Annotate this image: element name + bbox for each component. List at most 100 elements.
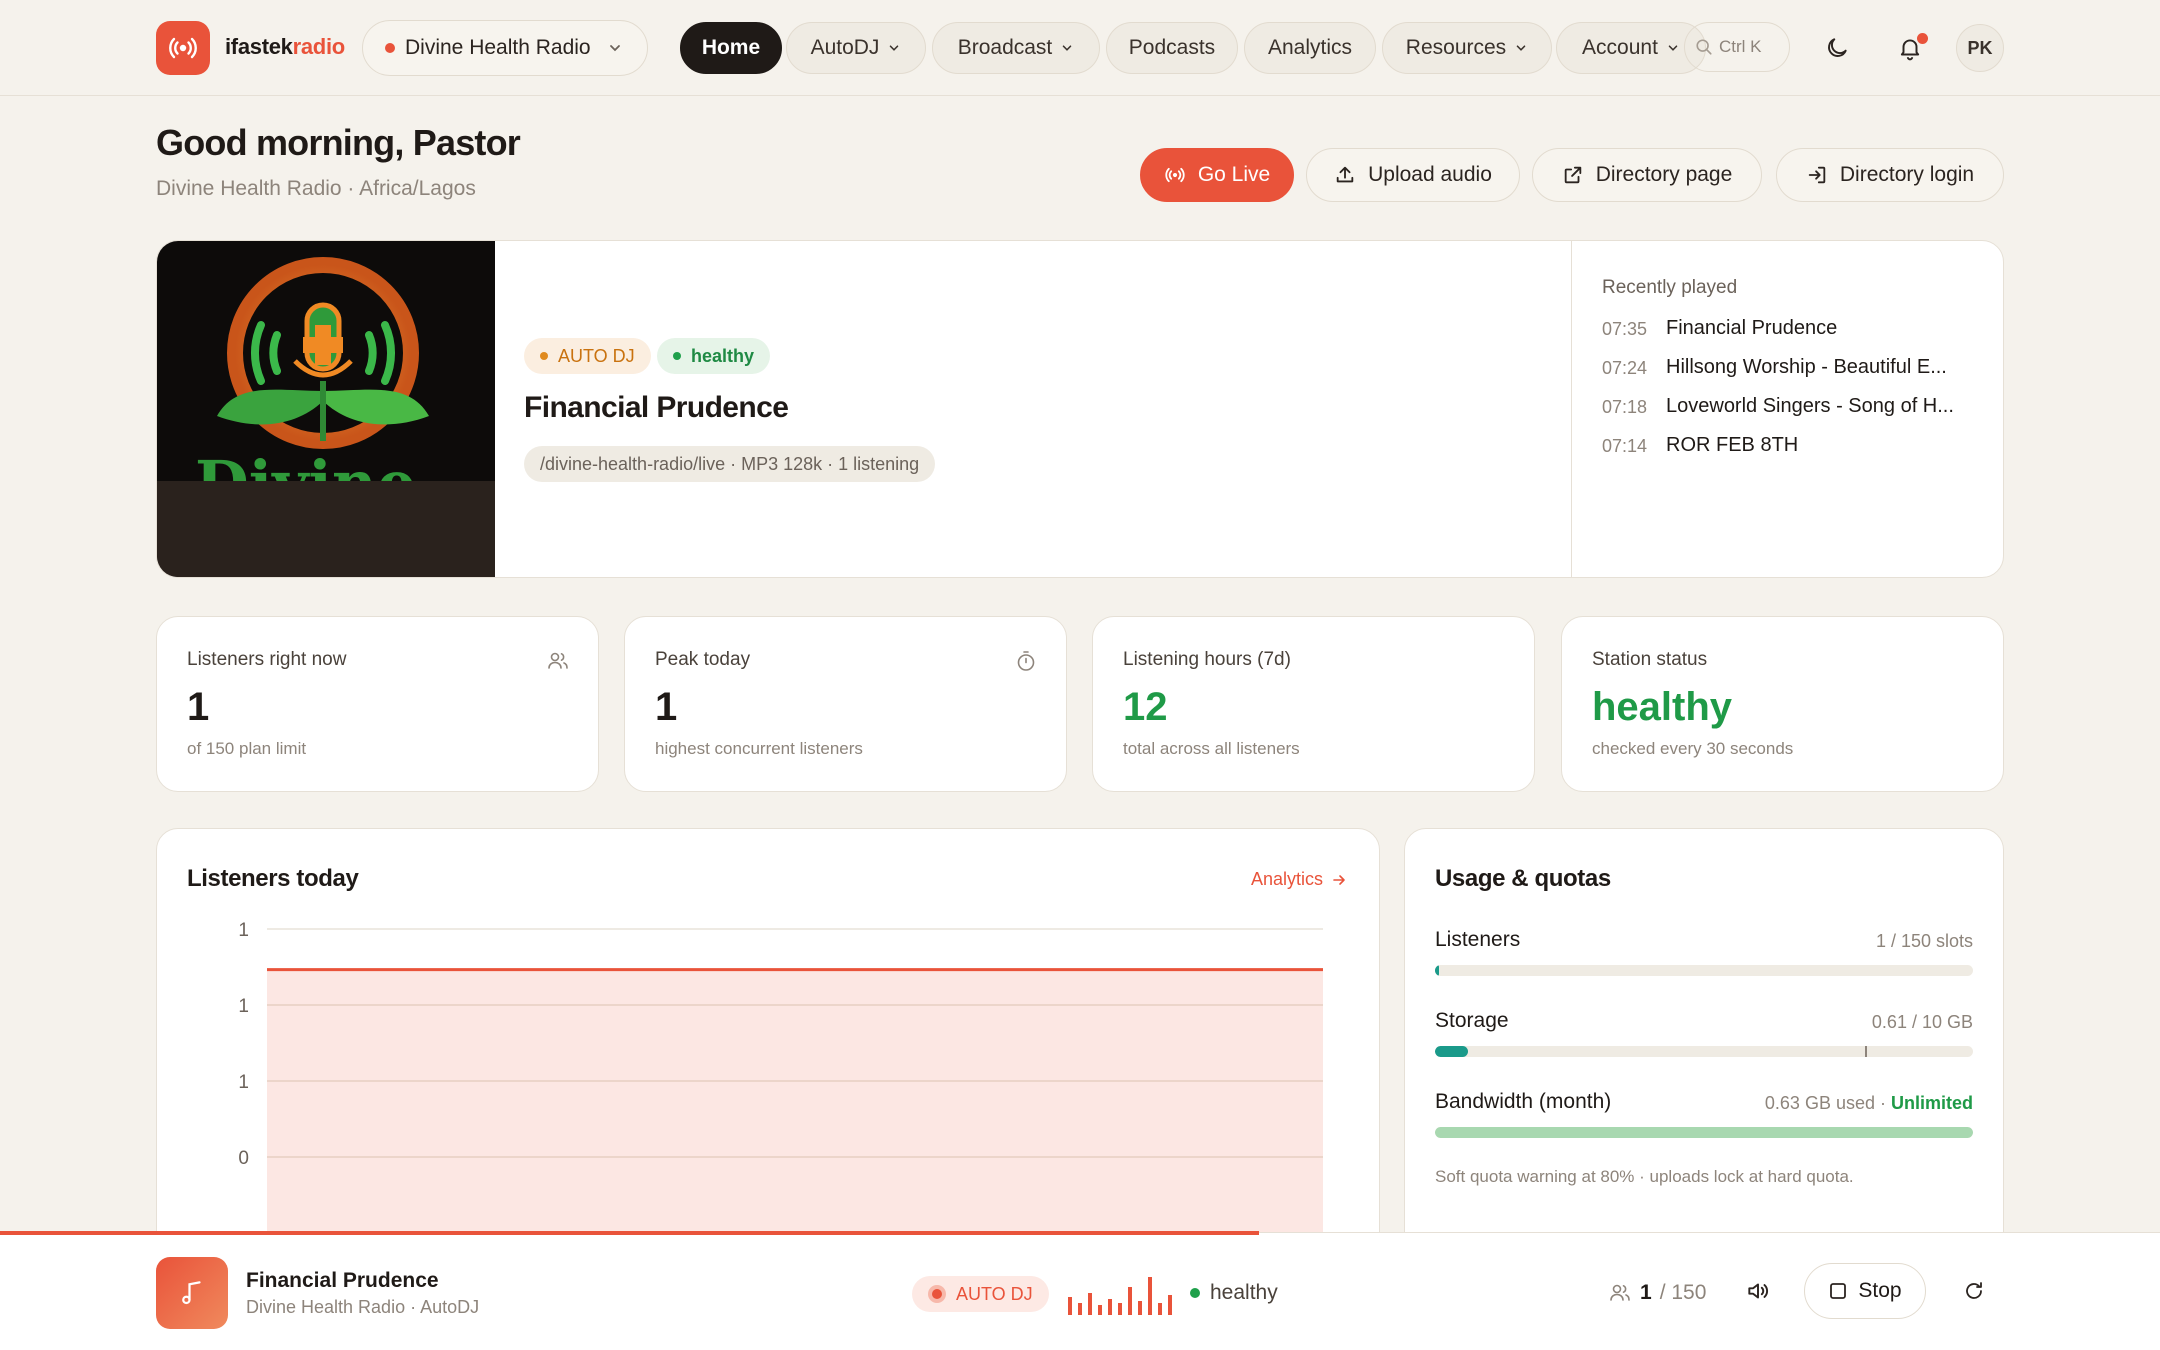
volume-button[interactable] [1738,1271,1778,1311]
user-avatar[interactable]: PK [1956,24,2004,72]
recently-played-track: Financial Prudence [1666,317,1838,339]
nav-home-label: Home [701,36,761,59]
nav-autodj-label: AutoDJ [810,36,880,59]
y-tick-label: 0 [238,1148,249,1169]
recently-played-time: 07:35 [1602,319,1648,339]
cover-art-wordmark: Divine [195,453,416,481]
health-status-dot [673,352,681,360]
recently-played-track: Hillsong Worship - Beautiful E... [1666,356,1947,378]
health-badge-label: healthy [691,345,755,366]
live-status-dot [385,43,395,53]
recently-played-item: 07:18 Loveworld Singers - Song of H... [1602,395,1954,418]
recently-played-track: Loveworld Singers - Song of H... [1666,395,1954,417]
chevron-down-icon [1062,45,1072,51]
search-shortcut-button[interactable]: Ctrl K [1684,22,1790,72]
quota-value-bandwidth-used: 0.63 GB used · [1764,1093,1891,1113]
stat-card-listeners-now: Listeners right now 1 of 150 plan limit [156,616,599,792]
users-icon [1610,1284,1630,1301]
station-selector-label: Divine Health Radio [405,36,591,59]
quota-value-bandwidth: 0.63 GB used · Unlimited [1765,1093,1973,1114]
y-tick-label: 1 [238,920,249,941]
stat-subtext: total across all listeners [1123,739,1300,758]
quota-bar-listeners [1435,965,1973,976]
nav-autodj[interactable]: AutoDJ [786,22,926,74]
search-icon [1696,39,1712,55]
stat-label: Peak today [655,649,751,670]
music-note-icon [156,1257,228,1329]
recently-played-item: 07:35 Financial Prudence [1602,317,1837,340]
divider [1571,241,1572,577]
nav-podcasts-label: Podcasts [1128,36,1216,59]
go-live-button[interactable]: Go Live [1140,148,1294,202]
radio-broadcast-icon[interactable] [156,21,210,75]
stat-value: 1 [187,685,210,729]
listeners-limit: / 150 [1659,1281,1707,1304]
stop-button[interactable]: Stop [1804,1263,1926,1319]
stat-subtext: of 150 plan limit [187,739,307,758]
recently-played-title: Recently played [1602,277,1738,298]
quota-label-listeners: Listeners [1435,928,1521,951]
upload-audio-label: Upload audio [1368,163,1492,186]
chevron-down-icon [609,45,620,52]
player-bar: Financial Prudence Divine Health Radio ·… [0,1231,2160,1350]
nav-broadcast[interactable]: Broadcast [932,22,1100,74]
recently-played-time: 07:14 [1602,436,1648,456]
stop-label: Stop [1858,1279,1902,1302]
recently-played-item: 07:24 Hillsong Worship - Beautiful E... [1602,356,1947,379]
stat-value: 12 [1123,685,1168,729]
y-tick-label: 1 [238,996,249,1017]
recently-played-track: ROR FEB 8TH [1666,434,1799,456]
player-health-status: healthy [1190,1281,1278,1305]
nav-resources-label: Resources [1405,36,1507,59]
player-track-subtitle: Divine Health Radio · AutoDJ [246,1297,480,1317]
nav-analytics[interactable]: Analytics [1244,22,1376,74]
quota-value-storage: 0.61 / 10 GB [1871,1012,1973,1032]
go-live-label: Go Live [1197,163,1271,186]
stat-subtext: highest concurrent listeners [655,739,863,758]
theme-toggle-button[interactable] [1817,28,1857,68]
page-subtitle: Divine Health Radio · Africa/Lagos [156,177,476,200]
mount-info[interactable]: /divine-health-radio/live · MP3 128k · 1… [524,446,936,482]
refresh-button[interactable] [1954,1271,1994,1311]
top-navigation-bar: ifastekradio Divine Health Radio Home Au… [0,0,2160,96]
recently-played-time: 07:18 [1602,397,1648,417]
stat-label: Station status [1592,649,1708,670]
nav-podcasts[interactable]: Podcasts [1106,22,1238,74]
brand-logo-text[interactable]: ifastekradio [225,34,345,60]
stat-card-peak-today: Peak today 1 highest concurrent listener… [624,616,1067,792]
station-selector[interactable]: Divine Health Radio [362,20,648,76]
quota-warning-marker [1865,1046,1867,1057]
player-listener-count: 1 / 150 [1608,1281,1706,1305]
nav-resources[interactable]: Resources [1382,22,1552,74]
quota-fill-listeners [1435,965,1440,976]
quota-note: Soft quota warning at 80% · uploads lock… [1435,1167,1854,1186]
stat-value: healthy [1592,685,1733,729]
player-track-title: Financial Prudence [246,1269,439,1292]
directory-page-button[interactable]: Directory page [1532,148,1762,202]
recently-played-item: 07:14 ROR FEB 8TH [1602,434,1798,457]
notification-indicator-dot [1917,33,1928,44]
stat-card-station-status: Station status healthy checked every 30 … [1561,616,2004,792]
quota-bar-storage [1435,1046,1973,1057]
stat-label: Listening hours (7d) [1123,649,1291,670]
audio-level-meter-icon [1068,1277,1172,1315]
login-icon [1808,166,1826,184]
chevron-down-icon [1668,45,1678,51]
player-autodj-label: AUTO DJ [956,1283,1033,1304]
record-icon [928,1285,946,1303]
nav-broadcast-label: Broadcast [957,36,1053,59]
quota-label-storage: Storage [1435,1009,1509,1032]
directory-login-button[interactable]: Directory login [1776,148,2004,202]
quota-value-bandwidth-unlimited: Unlimited [1890,1093,1973,1113]
broadcast-icon [1165,167,1185,183]
autodj-badge: AUTO DJ [524,338,651,374]
brand-name: ifastek [225,34,293,59]
quota-fill-bandwidth [1435,1127,1973,1138]
upload-audio-button[interactable]: Upload audio [1306,148,1520,202]
autodj-badge-label: AUTO DJ [558,345,635,366]
nav-analytics-label: Analytics [1267,36,1353,59]
quota-bar-bandwidth [1435,1127,1973,1138]
playback-progress-bar[interactable] [0,1231,1260,1235]
nav-home[interactable]: Home [680,22,782,74]
health-status-dot [1190,1288,1200,1298]
